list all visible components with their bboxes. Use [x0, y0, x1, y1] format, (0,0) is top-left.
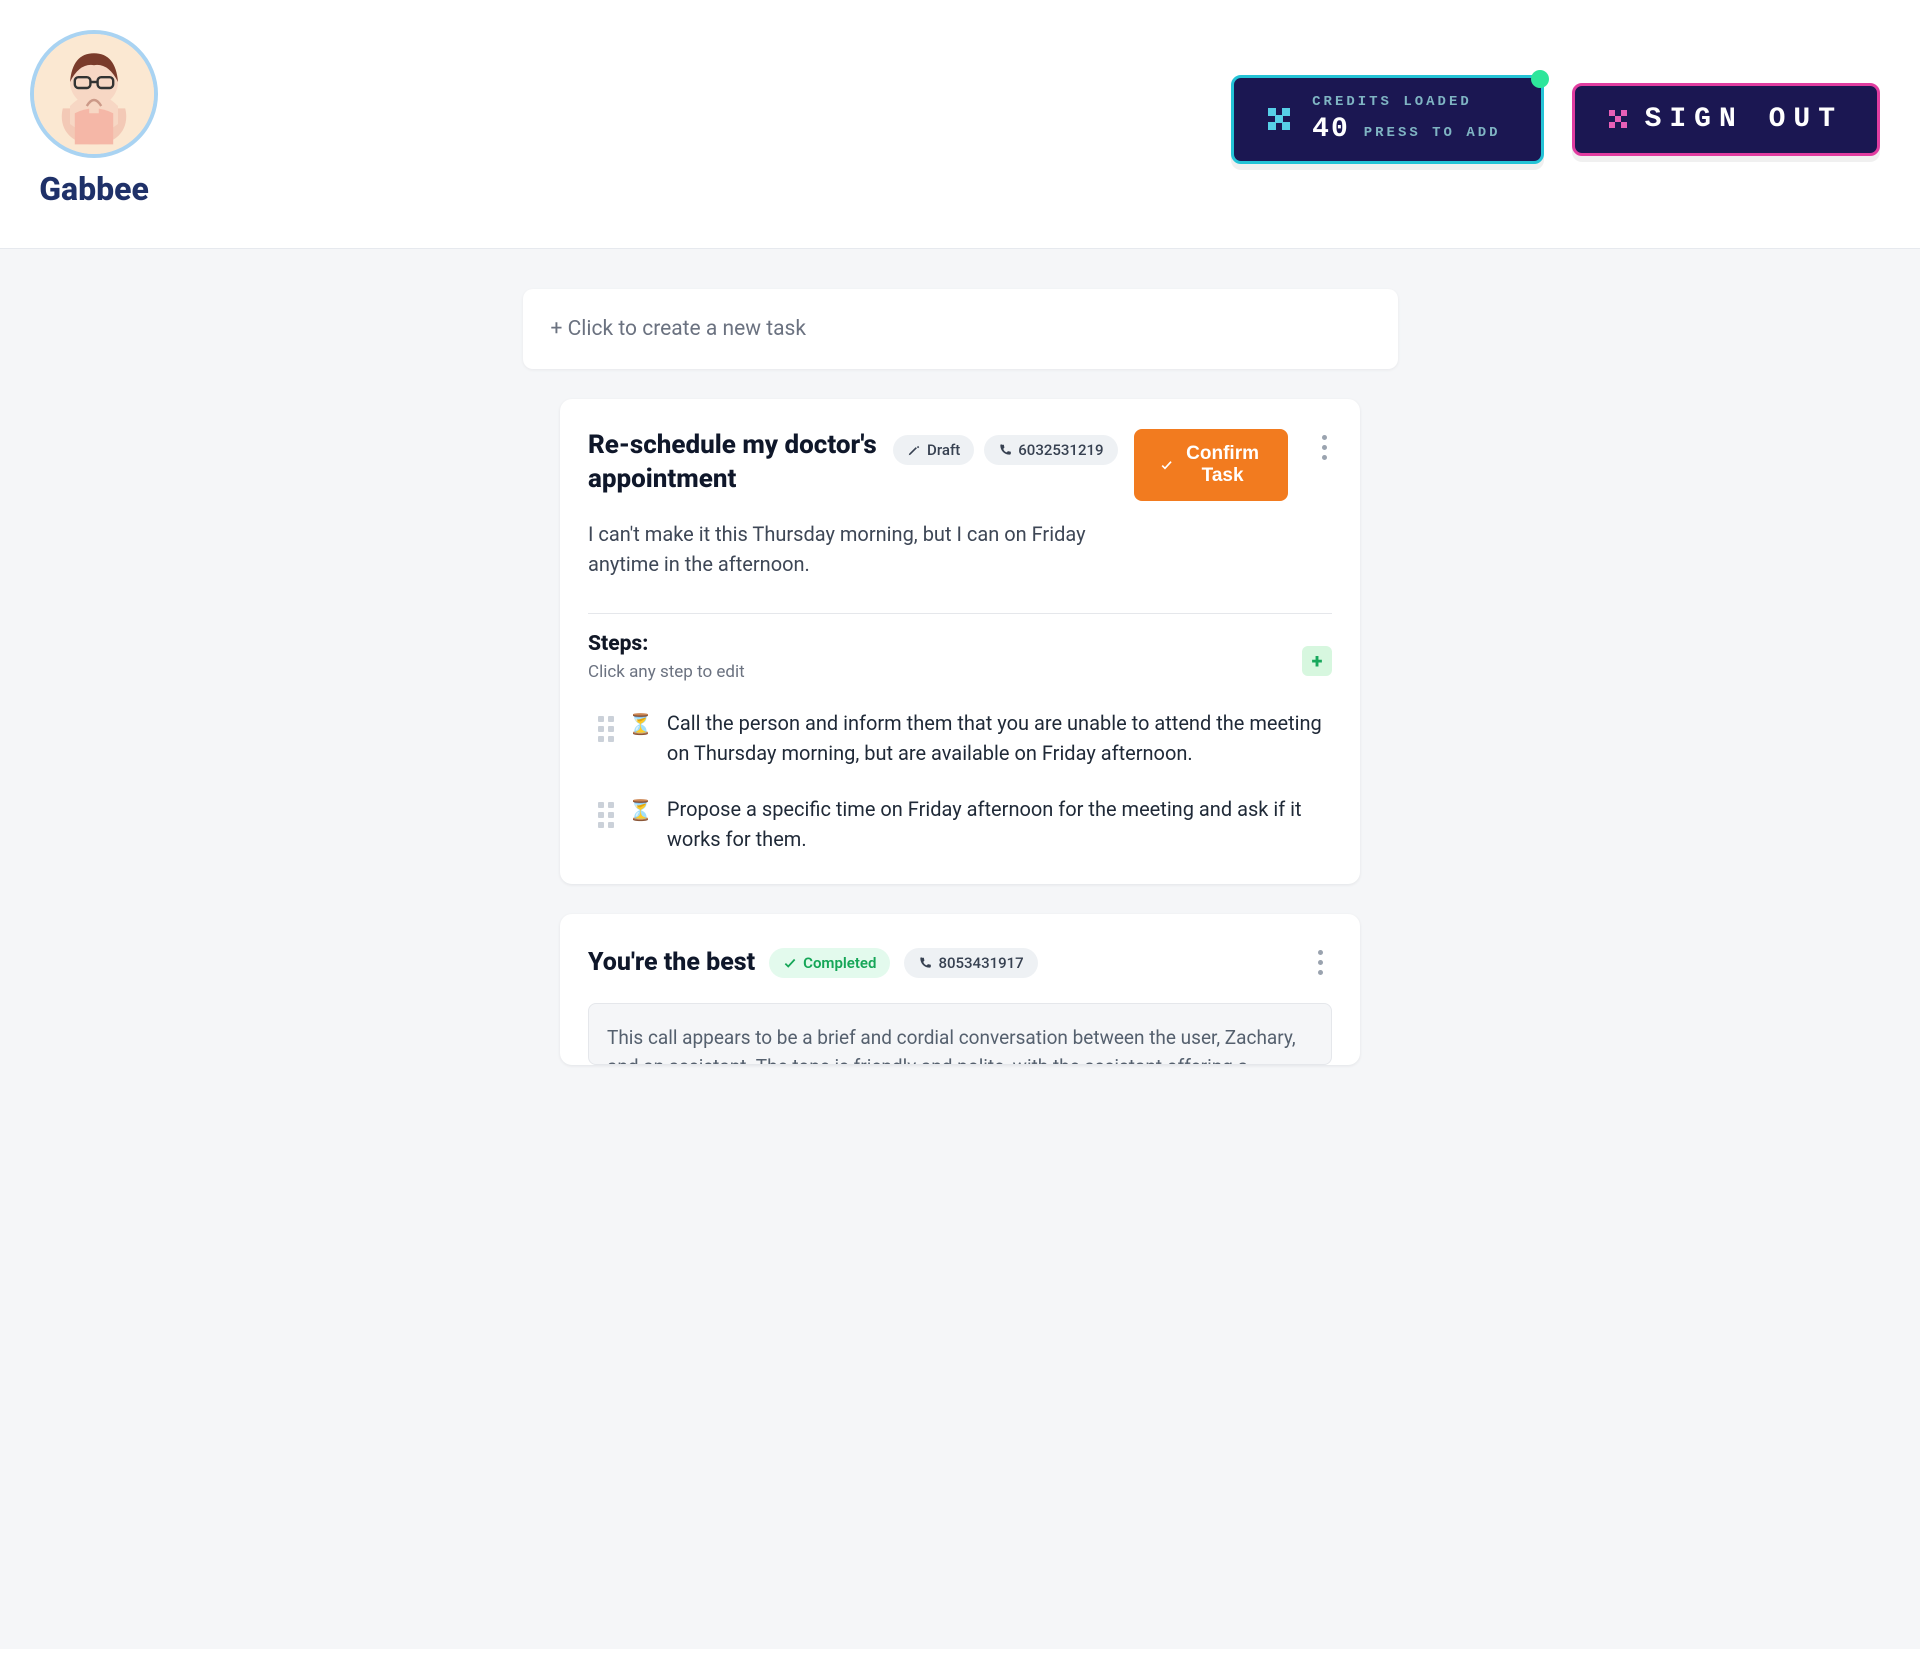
check-icon [1160, 455, 1173, 475]
task-menu-button[interactable] [1316, 429, 1332, 466]
task-card: You're the best Completed 8053431917 Thi… [560, 914, 1360, 1065]
signout-button[interactable]: SIGN OUT [1572, 83, 1880, 156]
check-icon [783, 956, 797, 970]
drag-handle-icon[interactable] [598, 716, 614, 742]
task-header: You're the best Completed 8053431917 [588, 944, 1332, 981]
phone-icon [918, 956, 932, 970]
divider [588, 613, 1332, 614]
confirm-task-button[interactable]: Confirm Task [1134, 429, 1289, 501]
credits-cta: PRESS TO ADD [1364, 125, 1501, 141]
credits-label: CREDITS LOADED [1312, 94, 1500, 110]
task-menu-button[interactable] [1308, 944, 1332, 981]
credits-badge-dot [1531, 70, 1549, 88]
app-header: Gabbee CREDITS LOADED 40 PRESS TO ADD SI… [0, 0, 1920, 249]
credits-count: 40 [1312, 114, 1350, 145]
hourglass-icon: ⏳ [628, 798, 653, 822]
status-label: Completed [803, 954, 876, 972]
add-step-button[interactable]: + [1302, 646, 1332, 676]
step-item[interactable]: ⏳ Propose a specific time on Friday afte… [588, 794, 1332, 854]
signout-label: SIGN OUT [1645, 104, 1843, 135]
create-task-label: + Click to create a new task [551, 317, 807, 341]
plus-icon: + [1312, 649, 1323, 673]
avatar [30, 30, 158, 158]
create-task-button[interactable]: + Click to create a new task [523, 289, 1398, 369]
credits-button[interactable]: CREDITS LOADED 40 PRESS TO ADD [1231, 75, 1543, 164]
step-text: Call the person and inform them that you… [667, 708, 1332, 768]
phone-icon [998, 443, 1012, 457]
status-badge-completed: Completed [769, 948, 890, 978]
signout-icon [1609, 110, 1627, 128]
step-text: Propose a specific time on Friday aftern… [667, 794, 1332, 854]
phone-badge: 6032531219 [984, 435, 1117, 465]
task-title: You're the best [588, 948, 755, 977]
phone-badge: 8053431917 [904, 948, 1037, 978]
credits-icon [1268, 108, 1290, 130]
phone-number: 6032531219 [1018, 441, 1103, 459]
task-pills: Draft 6032531219 [893, 435, 1117, 465]
task-header: Re-schedule my doctor's appointment Draf… [588, 429, 1332, 501]
call-summary-text: This call appears to be a brief and cord… [607, 1026, 1296, 1065]
status-badge-draft: Draft [893, 435, 974, 465]
brand-name: Gabbee [39, 170, 149, 208]
phone-number: 8053431917 [938, 954, 1023, 972]
call-summary: This call appears to be a brief and cord… [588, 1003, 1332, 1065]
steps-heading: Steps: [588, 632, 745, 656]
task-description: I can't make it this Thursday morning, b… [588, 519, 1108, 579]
steps-subheading: Click any step to edit [588, 662, 745, 682]
drag-handle-icon[interactable] [598, 802, 614, 828]
credits-text: CREDITS LOADED 40 PRESS TO ADD [1312, 94, 1500, 145]
avatar-illustration [34, 34, 154, 154]
main-content: + Click to create a new task Re-schedule… [0, 249, 1920, 1649]
header-actions: CREDITS LOADED 40 PRESS TO ADD SIGN OUT [1231, 75, 1880, 164]
step-item[interactable]: ⏳ Call the person and inform them that y… [588, 708, 1332, 768]
hourglass-icon: ⏳ [628, 712, 653, 736]
brand-block: Gabbee [30, 30, 158, 208]
task-card: Re-schedule my doctor's appointment Draf… [560, 399, 1360, 884]
steps-header: Steps: Click any step to edit + [588, 632, 1332, 682]
confirm-task-label: Confirm Task [1183, 443, 1263, 487]
pencil-icon [907, 443, 921, 457]
status-label: Draft [927, 441, 960, 459]
task-title: Re-schedule my doctor's appointment [588, 429, 877, 497]
